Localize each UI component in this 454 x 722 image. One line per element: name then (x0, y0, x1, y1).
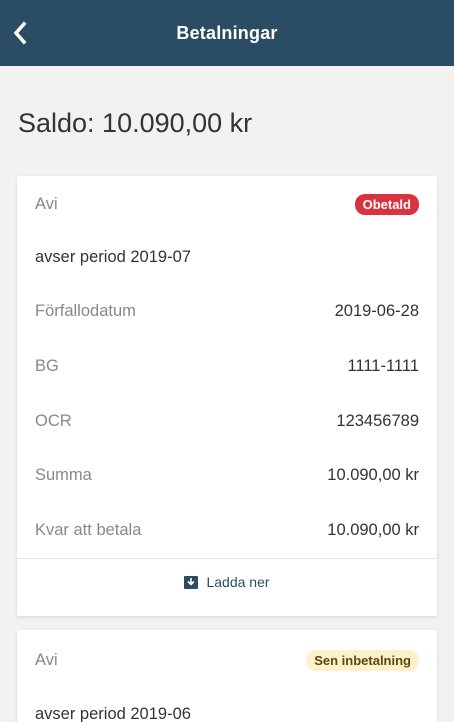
invoice-type: Avi (35, 650, 58, 669)
detail-label: Summa (35, 465, 92, 484)
balance-text: Saldo: 10.090,00 kr (18, 108, 253, 138)
detail-row-bg: BG 1111-1111 (35, 354, 419, 378)
detail-value: 1111-1111 (347, 356, 419, 375)
detail-value: 2019-06-28 (334, 301, 419, 320)
detail-row-ocr: OCR 123456789 (35, 409, 419, 433)
invoice-header-row: Avi Obetald (35, 192, 419, 216)
page-title: Betalningar (176, 22, 278, 43)
detail-row-due-date: Förfallodatum 2019-06-28 (35, 299, 419, 323)
back-button[interactable] (0, 0, 40, 66)
invoice-period: avser period 2019-06 (35, 704, 191, 722)
detail-value: 123456789 (336, 411, 419, 430)
invoice-period: avser period 2019-07 (35, 247, 191, 266)
detail-label: Kvar att betala (35, 520, 142, 539)
detail-label: Förfallodatum (35, 301, 136, 320)
status-badge: Sen inbetalning (306, 649, 419, 671)
chevron-left-icon (13, 21, 27, 45)
detail-value: 10.090,00 kr (327, 520, 419, 539)
detail-row-sum: Summa 10.090,00 kr (35, 463, 419, 487)
status-badge: Obetald (354, 193, 419, 215)
card-divider (17, 558, 437, 559)
download-icon (184, 576, 199, 589)
invoice-card: Avi Obetald avser period 2019-07 Förfall… (17, 176, 437, 616)
invoice-period-row: avser period 2019-07 (35, 245, 419, 269)
detail-row-remaining: Kvar att betala 10.090,00 kr (35, 518, 419, 542)
download-label: Ladda ner (206, 574, 270, 590)
app-header: Betalningar (0, 0, 454, 66)
detail-label: OCR (35, 411, 72, 430)
detail-value: 10.090,00 kr (327, 465, 419, 484)
invoice-header-row: Avi Sen inbetalning (35, 648, 419, 672)
detail-label: BG (35, 356, 59, 375)
invoice-period-row: avser period 2019-06 (35, 702, 419, 722)
invoice-type: Avi (35, 194, 58, 213)
invoice-card: Avi Sen inbetalning avser period 2019-06 (17, 630, 437, 722)
download-button[interactable]: Ladda ner (17, 574, 437, 590)
